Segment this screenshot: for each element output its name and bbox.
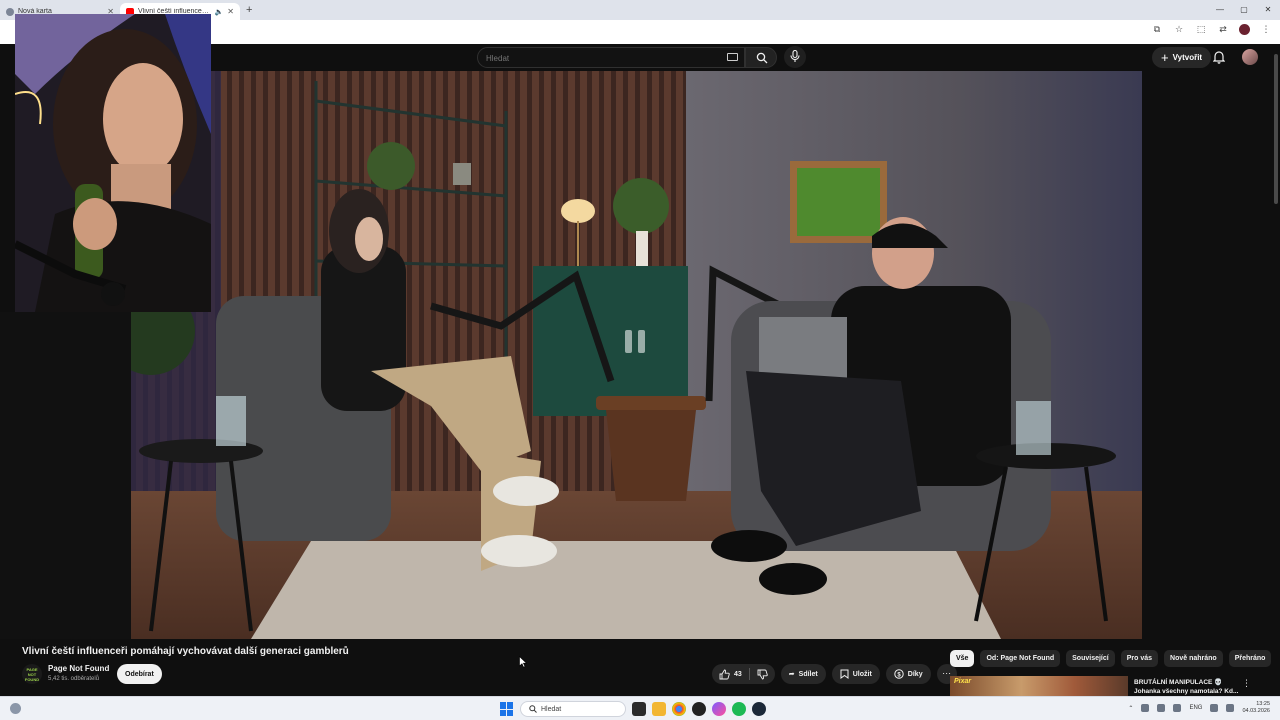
close-window-button[interactable]: ✕ (1256, 0, 1280, 20)
search-input[interactable] (478, 49, 708, 68)
menu-kebab-icon[interactable]: ⋮ (1260, 24, 1272, 35)
obs-icon[interactable] (692, 702, 706, 716)
new-tab-button[interactable]: + (246, 4, 252, 16)
webcam-feed (15, 14, 211, 312)
more-vertical-icon[interactable]: ⋮ (1242, 678, 1251, 689)
share-button[interactable]: ➦ Sdílet (780, 664, 826, 684)
minimize-button[interactable]: — (1208, 0, 1232, 20)
bell-icon[interactable] (1213, 50, 1225, 64)
taskbar-clock[interactable]: 13:25 04.03.2026 (1242, 701, 1270, 715)
share-label: Sdílet (798, 670, 818, 678)
channel-avatar[interactable]: PAGE NOT FOUND (22, 664, 42, 684)
volume-icon[interactable] (1226, 704, 1235, 712)
messenger-icon[interactable] (712, 702, 726, 716)
thumbs-down-icon (757, 669, 768, 679)
speaker-icon[interactable]: 🔈 (215, 8, 224, 16)
taskbar-apps: Hledat (500, 699, 766, 719)
widgets-icon[interactable] (10, 703, 21, 714)
thumbnail-text: Pixar (954, 678, 972, 685)
save-label: Uložit (852, 670, 872, 678)
language-indicator[interactable]: ENG (1189, 705, 1202, 711)
channel-name[interactable]: Page Not Found (48, 664, 109, 673)
taskbar-date: 04.03.2026 (1242, 708, 1270, 714)
search-box (477, 47, 745, 68)
like-dislike-group: 43 (712, 664, 775, 684)
recommendation-thumbnail[interactable]: Pixar (950, 676, 1128, 696)
globe-icon (6, 7, 14, 16)
tray-app-icon[interactable] (1141, 704, 1150, 712)
keyboard-icon[interactable] (727, 53, 738, 61)
steam-icon[interactable] (752, 702, 766, 716)
search-button[interactable] (745, 47, 777, 68)
close-icon[interactable]: ✕ (227, 7, 234, 16)
thumbs-up-icon (719, 669, 730, 679)
webcam-overlay (15, 14, 211, 312)
search-icon (529, 705, 537, 713)
task-view-icon[interactable] (632, 702, 646, 716)
chip-all[interactable]: Vše (950, 650, 975, 667)
video-title: Vlivní čeští influenceři pomáhají vychov… (22, 646, 349, 657)
plus-icon: + (1161, 50, 1169, 65)
save-button[interactable]: Uložit (831, 664, 880, 684)
channel-logo-text: PAGE NOT FOUND (24, 666, 40, 682)
os-taskbar: Hledat ⌃ ENG 13:25 04.03.2026 (0, 696, 1280, 720)
tray-chevron-icon[interactable]: ⌃ (1128, 705, 1133, 712)
bookmark-star-icon[interactable]: ☆ (1173, 24, 1185, 35)
create-label: Vytvořit (1172, 53, 1203, 62)
page-scrollbar[interactable] (1272, 44, 1280, 696)
dislike-button[interactable] (750, 664, 775, 684)
window-controls: — ▢ ✕ (1208, 0, 1280, 20)
left-side-panel (0, 312, 131, 639)
tray-app-icon[interactable] (1173, 704, 1182, 712)
taskbar-time: 13:25 (1256, 701, 1270, 707)
subscribe-button[interactable]: Odebírat (117, 664, 162, 684)
chip-watched[interactable]: Přehráno (1228, 650, 1272, 667)
like-button[interactable]: 43 (712, 664, 749, 684)
pause-icon[interactable] (621, 328, 649, 356)
mic-icon (790, 50, 800, 62)
browser-extensions: ⧉ ☆ ⬚ ⇄ ⋮ (1151, 24, 1272, 35)
voice-search-button[interactable] (784, 46, 806, 68)
chrome-icon[interactable] (672, 702, 686, 716)
profile-avatar[interactable] (1239, 24, 1250, 35)
thanks-button[interactable]: $ Díky (885, 664, 931, 684)
share-icon: ➦ (788, 671, 795, 678)
chip-related[interactable]: Související (1066, 650, 1115, 667)
file-explorer-icon[interactable] (652, 702, 666, 716)
subscriber-count: 5,42 tis. odběratelů (48, 676, 100, 682)
extensions-icon[interactable]: ⬚ (1195, 24, 1207, 35)
tray-app-icon[interactable] (1157, 704, 1166, 712)
scrollbar-thumb[interactable] (1274, 54, 1278, 204)
bookmark-icon (840, 669, 849, 679)
system-tray: ⌃ ENG 13:25 04.03.2026 (1128, 701, 1270, 715)
filter-chips: Vše Od: Page Not Found Související Pro v… (950, 650, 1272, 667)
super-thanks-icon: $ (894, 669, 904, 679)
chip-from-channel[interactable]: Od: Page Not Found (980, 650, 1061, 667)
create-button[interactable]: + Vytvořit (1152, 47, 1212, 68)
chip-recently-uploaded[interactable]: Nově nahráno (1164, 650, 1223, 667)
avatar[interactable] (1242, 49, 1258, 65)
cast-icon[interactable]: ⧉ (1151, 24, 1163, 35)
video-actions: 43 ➦ Sdílet Uložit $ Díky ··· (712, 664, 957, 684)
maximize-button[interactable]: ▢ (1232, 0, 1256, 20)
video-player[interactable] (131, 71, 1142, 639)
search-icon (756, 52, 768, 64)
chip-for-you[interactable]: Pro vás (1120, 650, 1159, 667)
like-count: 43 (734, 670, 742, 678)
spotify-icon[interactable] (732, 702, 746, 716)
taskbar-search[interactable]: Hledat (520, 701, 626, 717)
start-button[interactable] (500, 702, 514, 716)
mouse-cursor-icon (519, 656, 527, 668)
network-icon[interactable] (1210, 704, 1219, 712)
extension-icon[interactable]: ⇄ (1217, 24, 1229, 35)
recommendation-title[interactable]: BRUTÁLNÍ MANIPULACE 💀 Johanka všechny na… (1134, 678, 1242, 696)
thanks-label: Díky (907, 670, 923, 678)
taskbar-search-placeholder: Hledat (541, 705, 562, 713)
